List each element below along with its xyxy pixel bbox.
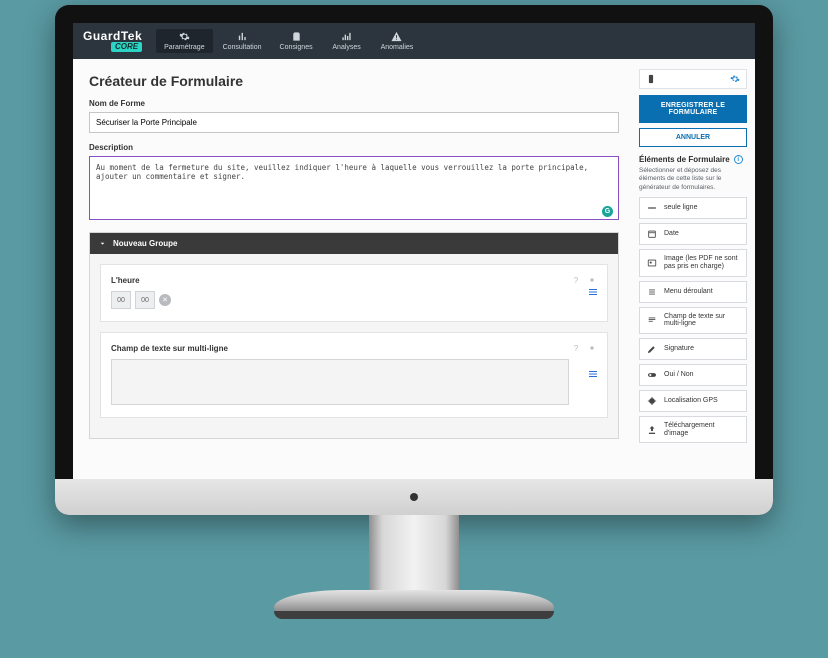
side-panel: ENREGISTRER LE FORMULAIRE ANNULER Élémen… [635, 59, 755, 497]
required-icon[interactable] [587, 343, 597, 353]
description-label: Description [89, 143, 619, 152]
element-dropdown[interactable]: Menu déroulant [639, 281, 747, 303]
field-time-label: L'heure [111, 276, 571, 285]
element-signature[interactable]: Signature [639, 338, 747, 360]
brand-name: GuardTek [83, 30, 142, 42]
element-single-line[interactable]: seule ligne [639, 197, 747, 219]
settings-icon[interactable] [730, 74, 740, 84]
list-icon [646, 287, 658, 297]
clipboard-icon [291, 31, 302, 42]
help-icon[interactable]: ? [571, 343, 581, 353]
elements-help: Sélectionner et déposez des éléments de … [639, 167, 747, 192]
bars-icon [341, 31, 352, 42]
form-group: Nouveau Groupe L'heure ? [89, 232, 619, 439]
form-name-label: Nom de Forme [89, 99, 619, 108]
upload-icon [646, 425, 658, 435]
brand-logo: GuardTek CORE [83, 30, 142, 52]
element-gps[interactable]: Localisation GPS [639, 390, 747, 412]
element-multiline[interactable]: Champ de texte sur multi-ligne [639, 307, 747, 334]
group-title: Nouveau Groupe [113, 239, 177, 248]
screen: GuardTek CORE Paramétrage Consultation C… [73, 23, 755, 497]
chevron-down-icon [98, 239, 107, 248]
nav-parametrage[interactable]: Paramétrage [156, 29, 212, 53]
nav-consignes[interactable]: Consignes [272, 29, 321, 53]
drag-handle-icon[interactable] [587, 286, 599, 300]
group-header[interactable]: Nouveau Groupe [90, 233, 618, 254]
pen-icon [646, 344, 658, 354]
monitor-stand-neck [369, 515, 459, 595]
time-hh[interactable]: 00 [111, 291, 131, 309]
image-icon [646, 258, 658, 268]
field-multiline-label: Champ de texte sur multi-ligne [111, 344, 571, 353]
phone-icon[interactable] [646, 74, 656, 84]
crosshair-icon [646, 396, 658, 406]
text-line-icon [646, 203, 658, 213]
element-image[interactable]: Image (les PDF ne sont pas pris en charg… [639, 249, 747, 276]
page-title: Créateur de Formulaire [89, 73, 619, 89]
field-multiline-block[interactable]: Champ de texte sur multi-ligne ? [100, 332, 608, 418]
calendar-icon [646, 229, 658, 239]
brand-sub: CORE [111, 42, 142, 52]
element-date[interactable]: Date [639, 223, 747, 245]
nav-anomalies[interactable]: Anomalies [373, 29, 422, 53]
help-icon[interactable]: ? [571, 275, 581, 285]
toggle-icon [646, 370, 658, 380]
monitor-chin [55, 479, 773, 515]
element-upload[interactable]: Téléchargement d'image [639, 416, 747, 443]
nav-analyses[interactable]: Analyses [323, 29, 371, 53]
info-icon[interactable]: i [734, 155, 743, 164]
nav-consultation[interactable]: Consultation [215, 29, 270, 53]
clear-time-icon[interactable]: ✕ [159, 294, 171, 306]
monitor-stand-foot [274, 611, 554, 619]
description-textarea[interactable] [89, 156, 619, 220]
grammar-badge-icon[interactable]: G [602, 206, 613, 217]
elements-title: Éléments de Formulaire i [639, 155, 747, 164]
gear-icon [179, 31, 190, 42]
paragraph-icon [646, 315, 658, 325]
form-name-input[interactable] [89, 112, 619, 133]
save-form-button[interactable]: ENREGISTRER LE FORMULAIRE [639, 95, 747, 123]
field-time-block[interactable]: L'heure ? 00 00 [100, 264, 608, 322]
monitor-frame: GuardTek CORE Paramétrage Consultation C… [55, 5, 773, 515]
device-preview-bar [639, 69, 747, 89]
multiline-preview[interactable] [111, 359, 569, 405]
cancel-button[interactable]: ANNULER [639, 128, 747, 147]
element-yes-no[interactable]: Oui / Non [639, 364, 747, 386]
top-nav: Paramétrage Consultation Consignes Analy… [156, 29, 421, 53]
chart-icon [237, 31, 248, 42]
warning-icon [391, 31, 402, 42]
main-panel: Créateur de Formulaire Nom de Forme Desc… [73, 59, 635, 497]
monitor-stand-base [274, 590, 554, 612]
time-input[interactable]: 00 00 ✕ [111, 291, 171, 309]
time-mm[interactable]: 00 [135, 291, 155, 309]
required-icon[interactable] [587, 275, 597, 285]
top-bar: GuardTek CORE Paramétrage Consultation C… [73, 23, 755, 59]
drag-handle-icon[interactable] [587, 368, 599, 382]
